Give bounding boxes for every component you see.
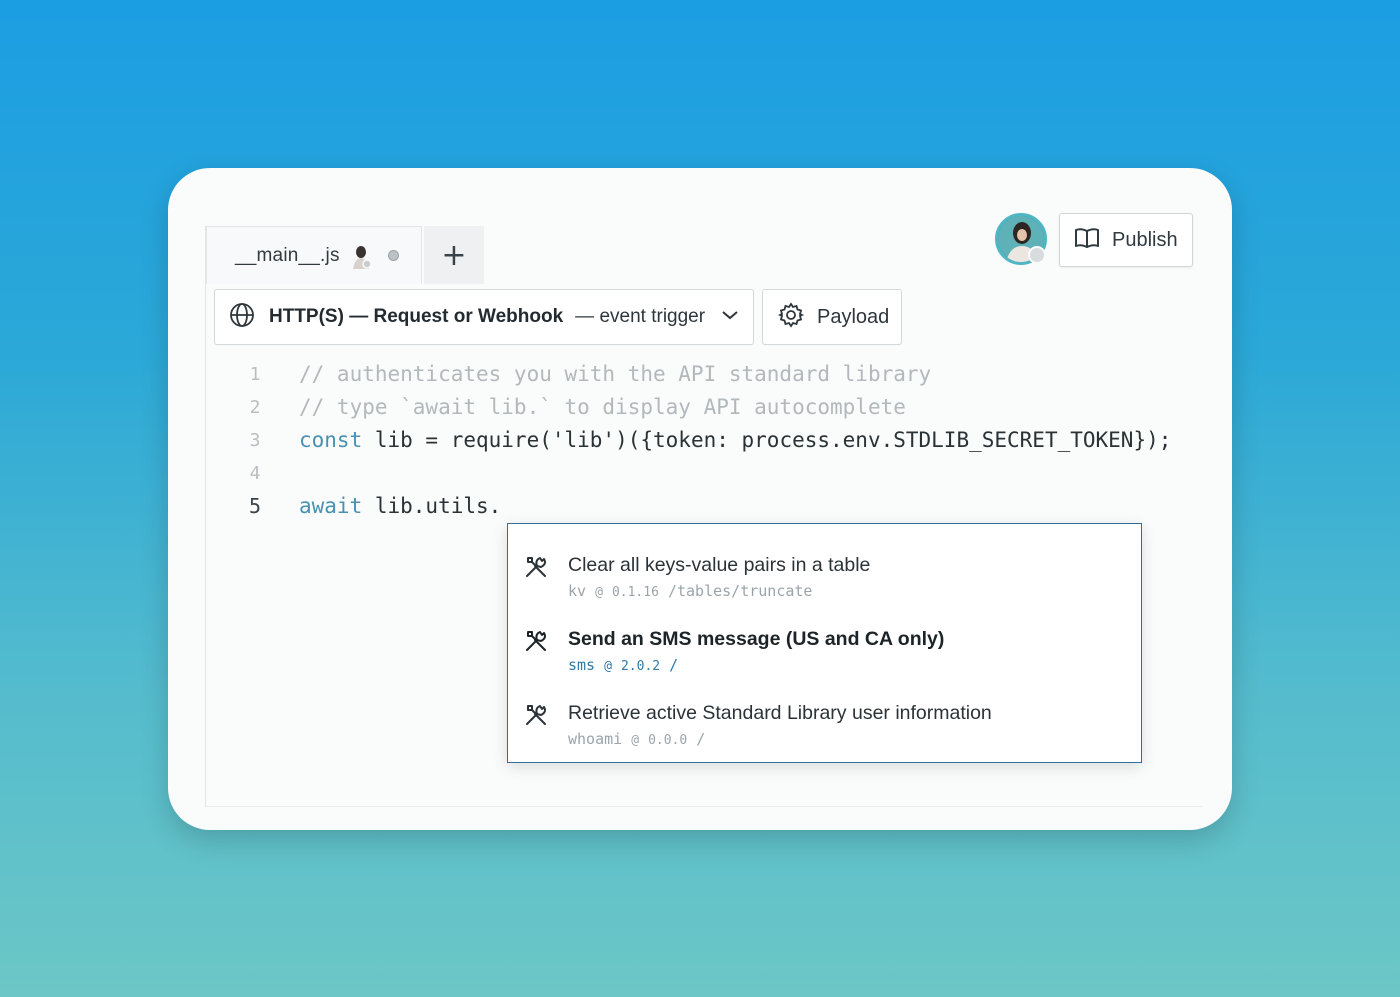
- autocomplete-title: Clear all keys-value pairs in a table: [568, 554, 871, 576]
- publish-label: Publish: [1112, 228, 1178, 251]
- collaborator-avatar: [350, 243, 372, 269]
- line-number: 2: [249, 396, 261, 418]
- line-number: 3: [249, 429, 261, 451]
- code-comment: // authenticates you with the API standa…: [299, 362, 932, 386]
- globe-icon: [229, 302, 255, 333]
- code-line[interactable]: 1 // authenticates you with the API stan…: [240, 359, 932, 389]
- book-icon: [1074, 227, 1100, 254]
- line-number: 5: [248, 494, 262, 518]
- autocomplete-popup: Clear all keys-value pairs in a table kv…: [507, 523, 1142, 763]
- tools-icon: [523, 628, 549, 659]
- autocomplete-item-selected[interactable]: Send an SMS message (US and CA only) sms…: [508, 598, 1141, 674]
- tab-main-js[interactable]: __main__.js: [206, 226, 422, 284]
- trigger-main-label: HTTP(S) — Request or Webhook: [269, 306, 564, 327]
- code-line-active[interactable]: 5 await lib.utils.: [240, 491, 501, 521]
- unsaved-dot: [387, 250, 399, 261]
- code-line[interactable]: 4: [240, 458, 299, 488]
- tools-icon: [523, 702, 549, 733]
- payload-button[interactable]: Payload: [762, 289, 902, 345]
- code-text: lib.utils.: [362, 494, 502, 518]
- gear-icon: [777, 301, 805, 334]
- line-number: 1: [249, 363, 261, 385]
- add-tab-button[interactable]: +: [424, 226, 484, 284]
- event-trigger-select[interactable]: HTTP(S) — Request or Webhook — event tri…: [214, 289, 754, 345]
- code-keyword: const: [299, 428, 363, 452]
- autocomplete-item[interactable]: Retrieve active Standard Library user in…: [508, 672, 1141, 748]
- code-text: lib = require('lib')({token: process.env…: [362, 428, 1172, 452]
- code-line[interactable]: 2 // type `await lib.` to display API au…: [240, 392, 906, 422]
- line-number: 4: [249, 462, 261, 484]
- code-comment: // type `await lib.` to display API auto…: [299, 395, 906, 419]
- autocomplete-title: Send an SMS message (US and CA only): [568, 628, 945, 650]
- tab-label: __main__.js: [235, 244, 340, 266]
- chevron-down-icon: [721, 308, 739, 326]
- code-keyword: await: [299, 494, 363, 518]
- trigger-sub-label: — event trigger: [575, 306, 706, 327]
- tools-icon: [523, 554, 549, 585]
- autocomplete-title: Retrieve active Standard Library user in…: [568, 702, 992, 724]
- code-line[interactable]: 3 const lib = require('lib')({token: pro…: [240, 425, 1172, 455]
- autocomplete-path: whoami @ 0.0.0 /: [568, 730, 706, 748]
- payload-label: Payload: [817, 305, 890, 328]
- autocomplete-item[interactable]: Clear all keys-value pairs in a table kv…: [508, 524, 1141, 600]
- publish-button[interactable]: Publish: [1059, 213, 1193, 267]
- status-indicator: [1028, 246, 1046, 264]
